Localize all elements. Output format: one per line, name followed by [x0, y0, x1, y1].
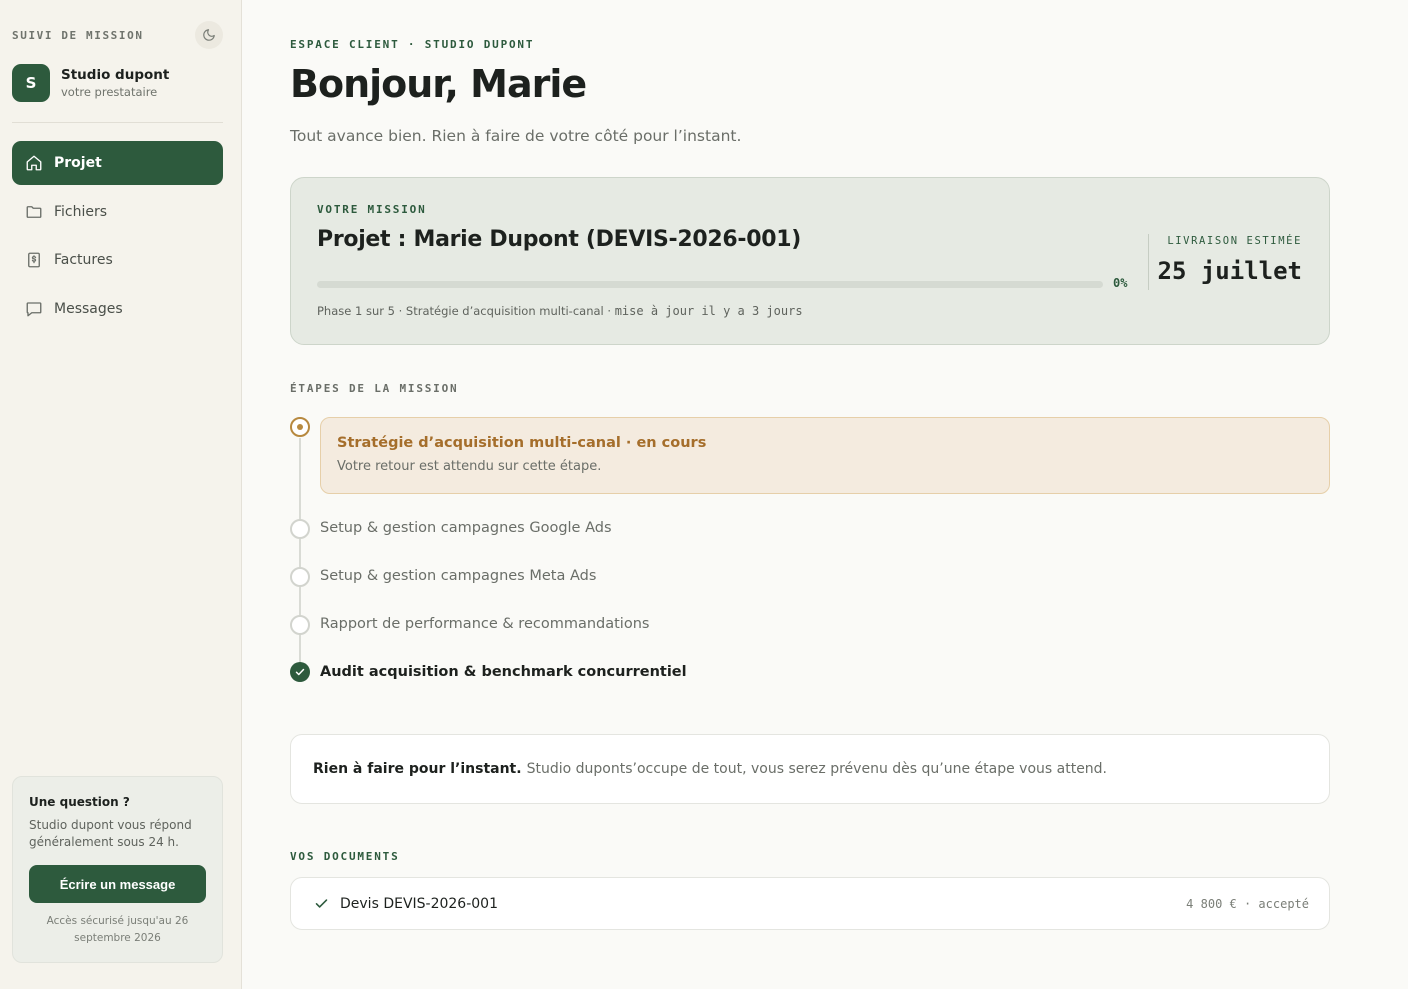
document-name: Devis DEVIS-2026-001 [340, 895, 498, 912]
sidebar-item-label: Factures [54, 252, 113, 268]
page-subtitle: Tout avance bien. Rien à faire de votre … [290, 127, 742, 145]
mission-divider [1148, 234, 1149, 290]
mission-title: Projet : Marie Dupont (DEVIS-2026-001) [317, 227, 801, 252]
timeline-line [299, 438, 301, 674]
step-item: Rapport de performance & recommandations [320, 616, 650, 632]
step-done-indicator [290, 662, 310, 682]
provider-card: S Studio dupont votre prestataire [12, 64, 169, 102]
current-step-subtitle: Votre retour est attendu sur cette étape… [337, 459, 602, 474]
step-pending-indicator [290, 567, 310, 587]
documents-section-label: VOS DOCUMENTS [290, 850, 400, 863]
progress-percent: 0% [1113, 276, 1128, 290]
steps-section-label: ÉTAPES DE LA MISSION [290, 382, 459, 395]
current-step-title: Stratégie d’acquisition multi-canal · en… [337, 435, 707, 451]
help-title: Une question ? [29, 795, 130, 809]
check-icon [313, 896, 329, 912]
sidebar-item-fichiers[interactable]: Fichiers [12, 190, 223, 234]
mission-phase: Phase 1 sur 5 · Stratégie d’acquisition … [317, 304, 612, 318]
check-icon [295, 668, 305, 676]
help-text: Studio dupont vous répond généralement s… [29, 818, 192, 849]
mission-card: VOTRE MISSION Projet : Marie Dupont (DEV… [290, 177, 1330, 345]
info-card: Rien à faire pour l’instant. Studio dupo… [290, 734, 1330, 804]
sidebar-item-label: Fichiers [54, 203, 108, 220]
help-card: Une question ? Studio dupont vous répond… [12, 776, 223, 963]
sidebar-header: SUIVI DE MISSION [12, 20, 223, 50]
invoice-icon [25, 251, 43, 269]
mission-label: VOTRE MISSION [317, 203, 427, 216]
sidebar-item-factures[interactable]: Factures [12, 238, 223, 282]
home-icon [25, 154, 43, 172]
message-icon [25, 300, 43, 318]
sidebar-item-projet[interactable]: Projet [12, 141, 223, 185]
mission-meta: Phase 1 sur 5 · Stratégie d’acquisition … [317, 304, 803, 318]
sidebar-label: SUIVI DE MISSION [12, 28, 144, 42]
step-item: Setup & gestion campagnes Meta Ads [320, 568, 597, 584]
moon-icon [203, 29, 215, 41]
info-text: Studio duponts’occupe de tout, vous sere… [526, 761, 1108, 777]
step-pending-indicator [290, 615, 310, 635]
write-message-button[interactable]: Écrire un message [29, 865, 206, 903]
access-note: Accès sécurisé jusqu'au 26 septembre 202… [46, 915, 189, 944]
breadcrumb: ESPACE CLIENT · STUDIO DUPONT [290, 38, 535, 51]
folder-icon [25, 203, 43, 221]
info-strong: Rien à faire pour l’instant. [313, 761, 522, 777]
avatar: S [12, 64, 50, 102]
step-pending-indicator [290, 519, 310, 539]
step-item: Audit acquisition & benchmark concurrent… [320, 664, 687, 680]
page-title: Bonjour, Marie [290, 62, 587, 106]
progress-bar [317, 281, 1103, 288]
provider-name: Studio dupont [61, 67, 170, 83]
provider-role: votre prestataire [61, 85, 158, 99]
theme-toggle-button[interactable] [195, 21, 223, 49]
sidebar-item-label: Projet [54, 155, 102, 171]
sidebar-nav: Projet Fichiers Factures Messages [12, 141, 223, 335]
step-current-indicator [290, 417, 310, 437]
sidebar-item-label: Messages [54, 300, 123, 317]
document-row[interactable]: Devis DEVIS-2026-001 4 800 € · accepté [290, 877, 1330, 930]
sidebar-divider [12, 122, 223, 123]
delivery-date: 25 juillet [1157, 257, 1303, 285]
sidebar: SUIVI DE MISSION S Studio dupont votre p… [0, 0, 242, 989]
sidebar-item-messages[interactable]: Messages [12, 287, 223, 331]
current-step-card[interactable]: Stratégie d’acquisition multi-canal · en… [320, 417, 1330, 494]
step-item: Setup & gestion campagnes Google Ads [320, 520, 612, 536]
mission-updated: mise à jour il y a 3 jours [614, 304, 803, 318]
delivery-label: LIVRAISON ESTIMÉE [1167, 235, 1302, 247]
document-meta: 4 800 € · accepté [1186, 896, 1309, 911]
